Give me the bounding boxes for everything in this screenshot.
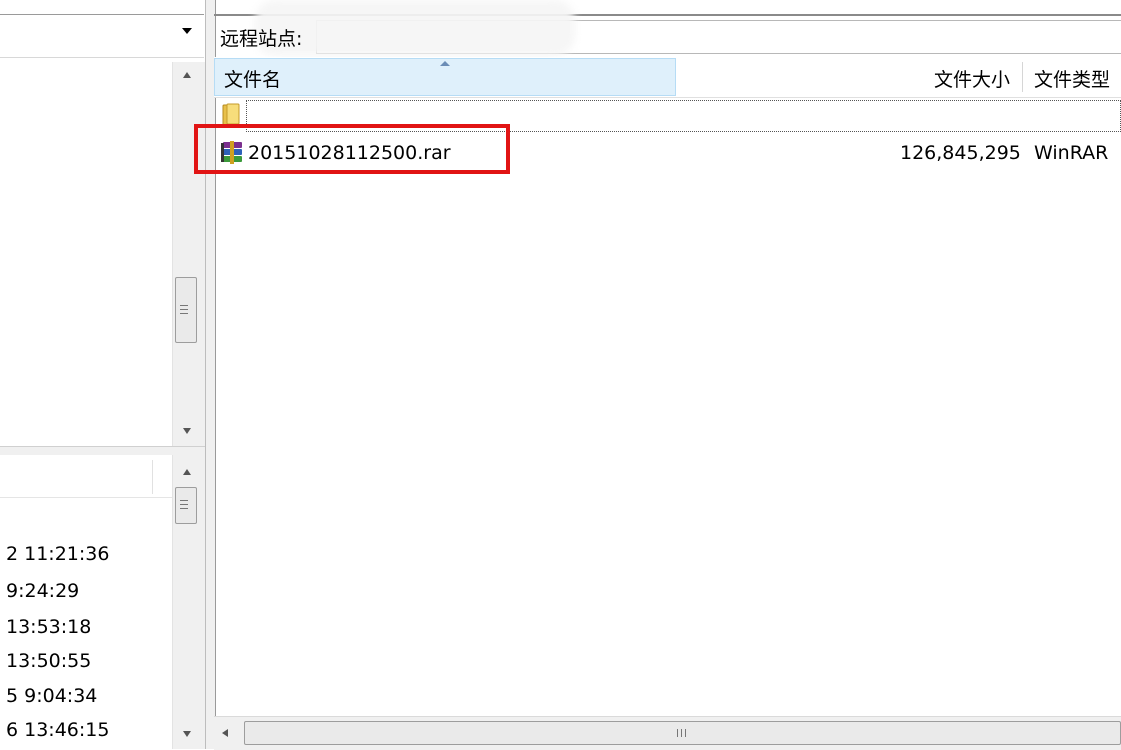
pane-divider[interactable]	[205, 0, 216, 749]
local-list-header[interactable]	[0, 455, 172, 498]
local-file-modified-time: 13:53:18	[6, 616, 92, 638]
local-file-modified-time: 13:50:55	[6, 650, 92, 672]
local-tree-scrollbar[interactable]	[172, 62, 205, 446]
scroll-up-arrow-icon[interactable]	[183, 469, 191, 475]
column-header-filesize[interactable]: 文件大小	[934, 65, 1010, 92]
column-divider[interactable]	[152, 460, 153, 494]
remote-site-label: 远程站点:	[220, 28, 303, 50]
column-header-filetype[interactable]: 文件类型	[1034, 65, 1110, 92]
local-path-combobox[interactable]	[0, 14, 204, 58]
sort-ascending-icon	[440, 61, 450, 66]
highlight-annotation-box	[194, 124, 510, 174]
file-size: 126,845,295	[900, 142, 1021, 164]
local-list-scroll-thumb[interactable]	[175, 487, 197, 524]
local-file-modified-time: 2 11:21:36	[6, 543, 110, 565]
redacted-area	[255, 0, 575, 56]
horizontal-scroll-thumb[interactable]	[244, 721, 1121, 745]
scroll-up-arrow-icon[interactable]	[183, 72, 191, 78]
dropdown-arrow-icon[interactable]	[182, 28, 192, 34]
local-file-modified-time: 9:24:29	[6, 580, 80, 602]
column-divider[interactable]	[1022, 62, 1023, 92]
scroll-down-arrow-icon[interactable]	[183, 731, 191, 737]
local-file-modified-time: 5 9:04:34	[6, 685, 98, 707]
scroll-down-arrow-icon[interactable]	[183, 428, 191, 434]
scroll-left-arrow-icon[interactable]	[222, 729, 228, 737]
local-tree-scroll-thumb[interactable]	[175, 277, 197, 343]
file-type: WinRAR	[1034, 142, 1109, 164]
column-header-filename-label: 文件名	[224, 69, 282, 91]
local-file-modified-time: 6 13:46:15	[6, 719, 110, 741]
